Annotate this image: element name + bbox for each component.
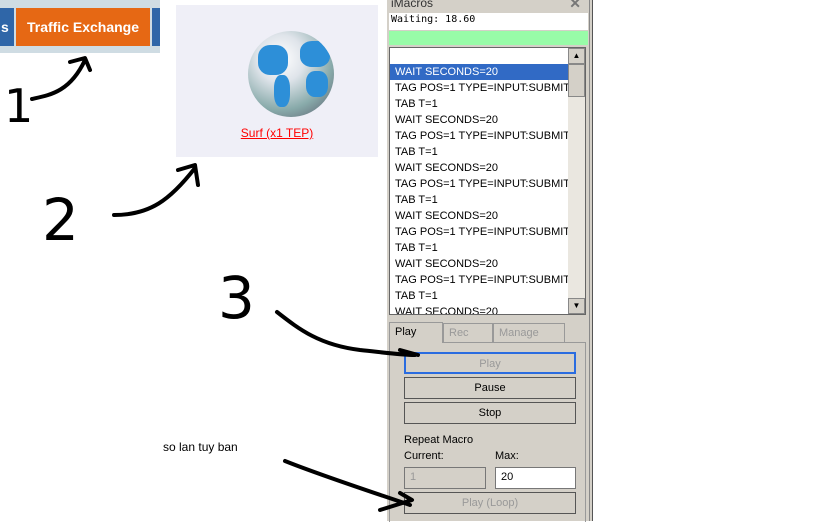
nav-item-next[interactable]	[152, 8, 160, 46]
annotation-1: 1	[4, 79, 33, 133]
max-field[interactable]: 20	[495, 467, 576, 489]
macro-line[interactable]	[390, 48, 568, 64]
tab-manage[interactable]: Manage	[493, 323, 565, 343]
macro-line[interactable]: TAB T=1	[390, 192, 568, 208]
globe-icon[interactable]	[248, 31, 334, 117]
nav-item-traffic-exchange[interactable]: Traffic Exchange	[16, 8, 150, 46]
nav-item-prev[interactable]: s	[0, 8, 14, 46]
macro-line[interactable]: TAG POS=1 TYPE=INPUT:SUBMIT...	[390, 272, 578, 288]
macro-line[interactable]: WAIT SECONDS=20	[390, 112, 568, 128]
macro-list[interactable]: WAIT SECONDS=20 TAG POS=1 TYPE=INPUT:SUBM…	[389, 47, 586, 315]
max-label: Max:	[495, 450, 519, 462]
tab-play[interactable]: Play	[389, 322, 443, 343]
macro-line[interactable]: WAIT SECONDS=20	[390, 208, 568, 224]
tab-rec[interactable]: Rec	[443, 323, 493, 343]
current-field: 1	[404, 467, 486, 489]
macro-line[interactable]: TAB T=1	[390, 96, 568, 112]
stop-button[interactable]: Stop	[404, 402, 576, 424]
macro-line[interactable]: TAG POS=1 TYPE=INPUT:SUBMIT...	[390, 80, 578, 96]
note-text: so lan tuy ban	[163, 440, 238, 454]
scroll-thumb[interactable]	[568, 64, 585, 97]
macro-line[interactable]: WAIT SECONDS=20	[390, 64, 568, 80]
close-icon[interactable]: ✕	[569, 0, 581, 12]
play-loop-button[interactable]: Play (Loop)	[404, 492, 576, 514]
annotation-2: 2	[42, 186, 79, 254]
status-display: Waiting: 18.60	[389, 13, 588, 30]
imacros-panel: iMacros ✕ Waiting: 18.60 WAIT SECONDS=20…	[387, 0, 590, 522]
arrow-2	[112, 163, 200, 217]
repeat-macro-label: Repeat Macro	[404, 434, 474, 446]
scrollbar[interactable]: ▲ ▼	[568, 48, 585, 314]
play-tab-panel: Play Pause Stop Repeat Macro Current: Ma…	[389, 342, 586, 522]
pause-button[interactable]: Pause	[404, 377, 576, 399]
macro-line[interactable]: TAG POS=1 TYPE=INPUT:SUBMIT...	[390, 128, 578, 144]
macro-line[interactable]: TAB T=1	[390, 288, 568, 304]
panel-border	[590, 0, 593, 521]
scroll-up-icon[interactable]: ▲	[568, 48, 585, 64]
surf-link[interactable]: Surf (x1 TEP)	[176, 126, 378, 140]
current-label: Current:	[404, 450, 444, 462]
play-button[interactable]: Play	[404, 352, 576, 374]
progress-bar	[389, 31, 588, 45]
macro-line[interactable]: TAB T=1	[390, 144, 568, 160]
macro-line[interactable]: WAIT SECONDS=20	[390, 304, 568, 314]
macro-line[interactable]: TAG POS=1 TYPE=INPUT:SUBMIT...	[390, 224, 578, 240]
macro-line[interactable]: WAIT SECONDS=20	[390, 160, 568, 176]
macro-line[interactable]: WAIT SECONDS=20	[390, 256, 568, 272]
macro-line[interactable]: TAB T=1	[390, 240, 568, 256]
arrow-1	[30, 56, 92, 101]
panel-title: iMacros	[391, 0, 434, 10]
macro-line[interactable]: TAG POS=1 TYPE=INPUT:SUBMIT...	[390, 176, 578, 192]
scroll-down-icon[interactable]: ▼	[568, 298, 585, 314]
site-nav: s Traffic Exchange	[0, 0, 160, 53]
annotation-3: 3	[218, 264, 255, 332]
